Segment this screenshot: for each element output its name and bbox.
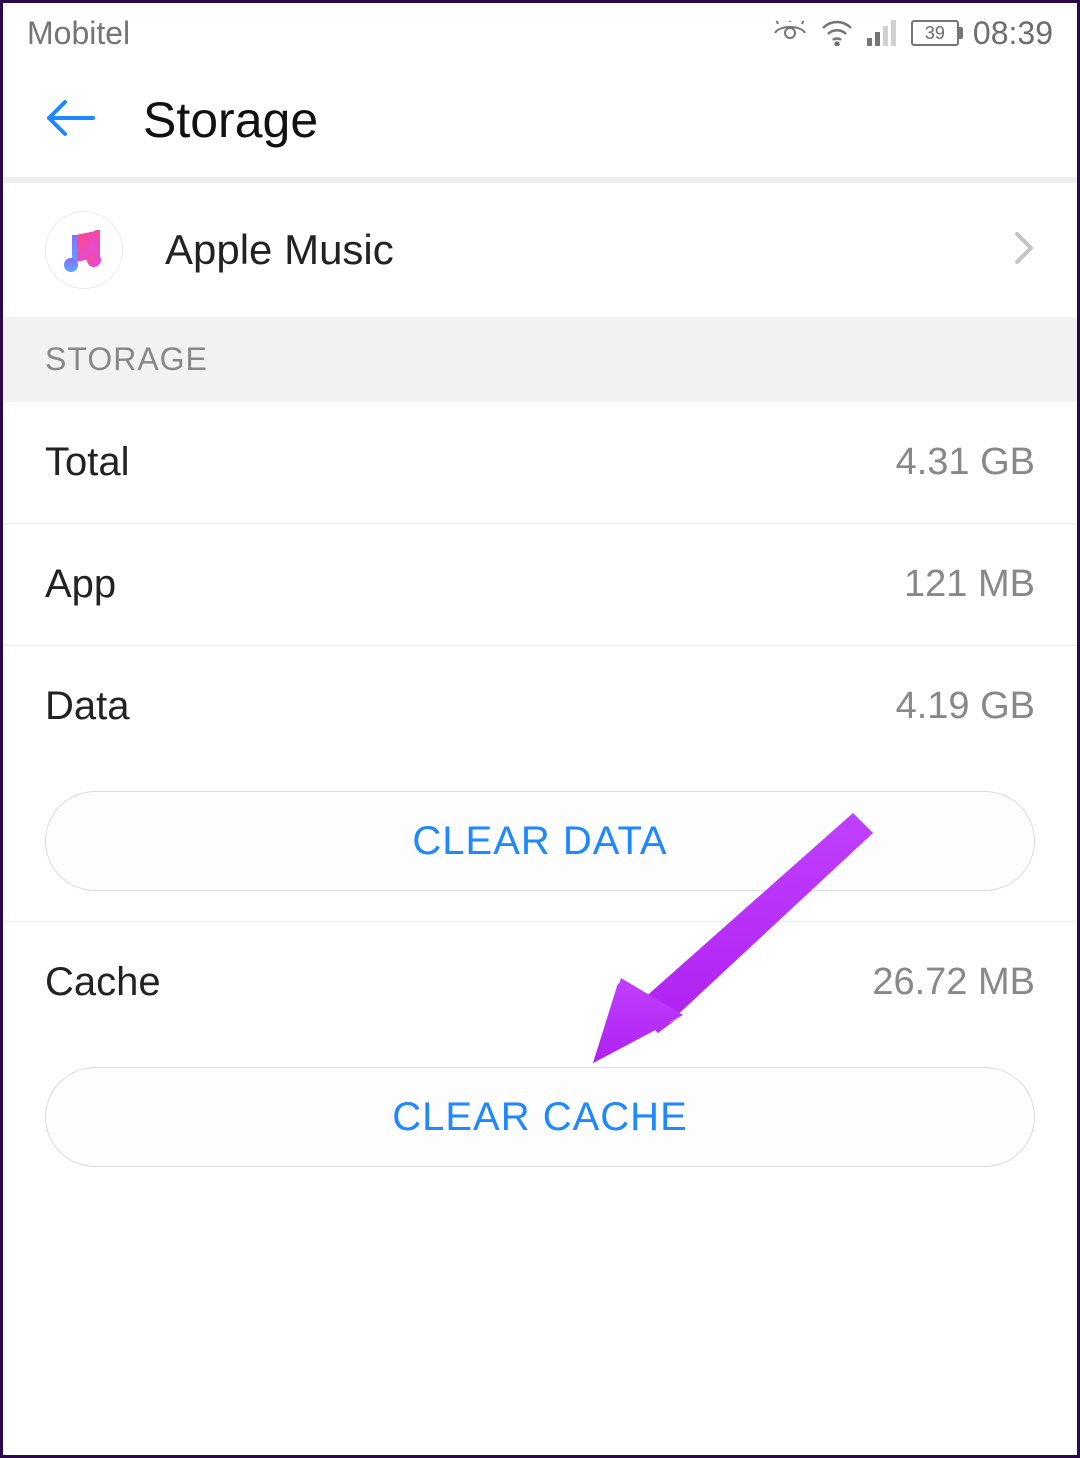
row-total: Total 4.31 GB [3,402,1077,524]
battery-percent: 39 [911,20,959,46]
clear-cache-button[interactable]: CLEAR CACHE [45,1067,1035,1167]
page-header: Storage [3,63,1077,183]
row-app: App 121 MB [3,524,1077,646]
row-cache-label: Cache [45,960,872,1005]
clock: 08:39 [973,15,1053,52]
row-cache-value: 26.72 MB [872,961,1035,1004]
row-app-label: App [45,562,904,607]
battery-icon: 39 [911,20,959,46]
clear-data-button[interactable]: CLEAR DATA [45,791,1035,891]
row-cache: Cache 26.72 MB [3,922,1077,1043]
app-row[interactable]: Apple Music [3,183,1077,317]
clear-data-wrap: CLEAR DATA [3,767,1077,922]
app-icon [45,211,123,289]
eye-icon [773,21,807,45]
status-icons: 39 08:39 [773,15,1053,52]
carrier-label: Mobitel [27,15,773,52]
row-total-value: 4.31 GB [896,441,1035,484]
signal-icon [867,20,897,46]
status-bar: Mobitel [3,3,1077,63]
wifi-icon [821,20,853,46]
section-header-storage: STORAGE [3,317,1077,402]
row-total-label: Total [45,440,896,485]
app-name: Apple Music [165,226,971,274]
row-data-value: 4.19 GB [896,685,1035,728]
chevron-right-icon [1013,230,1035,271]
page-title: Storage [143,91,318,149]
row-data-label: Data [45,684,896,729]
row-app-value: 121 MB [904,563,1035,606]
clear-cache-wrap: CLEAR CACHE [3,1043,1077,1197]
row-data: Data 4.19 GB [3,646,1077,767]
back-arrow-icon[interactable] [43,96,95,145]
